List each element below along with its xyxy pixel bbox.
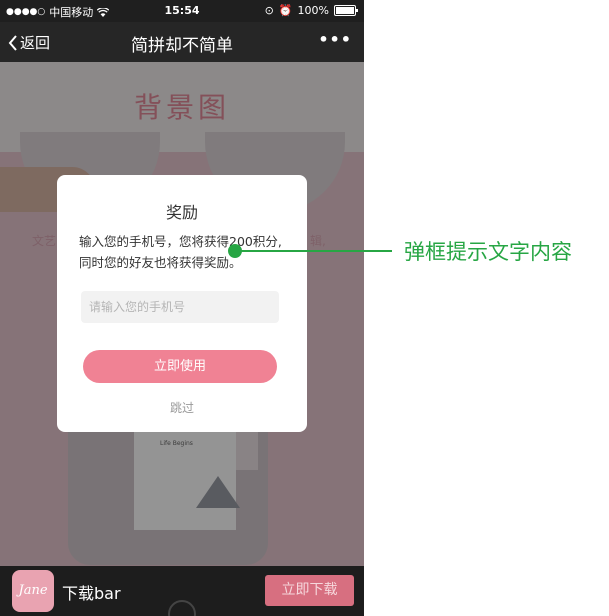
app-logo: Jane (12, 570, 54, 612)
more-icon[interactable]: ••• (318, 30, 352, 49)
reward-dialog: 奖励 输入您的手机号，您将获得200积分,同时您的好友也将获得奖励。 立即使用 … (57, 175, 307, 432)
battery-percent: 100% (297, 4, 329, 17)
annotation-line (236, 250, 392, 252)
dialog-title: 奖励 (165, 203, 198, 222)
download-bar-label: 下载bar (62, 584, 121, 603)
status-bar: ●●●●○ 中国移动 15:54 ⊙ ⏰ 100% (0, 0, 364, 22)
skip-link[interactable]: 跳过 (57, 399, 307, 416)
annotation-label: 弹框提示文字内容 (404, 240, 572, 264)
annotation-dot (228, 244, 242, 258)
rotation-lock-icon: ⊙ (264, 4, 274, 17)
download-button[interactable]: 立即下载 (265, 575, 354, 606)
phone-screen: ●●●●○ 中国移动 15:54 ⊙ ⏰ 100% 返回 简拼却不简单 ••• (0, 0, 364, 616)
status-right: ⊙ ⏰ 100% (264, 4, 358, 17)
alarm-icon: ⏰ (278, 4, 293, 17)
dialog-message: 输入您的手机号，您将获得200积分,同时您的好友也将获得奖励。 (79, 234, 282, 270)
nav-bar: 返回 简拼却不简单 ••• (0, 22, 364, 62)
phone-input[interactable] (81, 291, 279, 323)
page-title: 简拼却不简单 (131, 36, 233, 56)
use-now-button[interactable]: 立即使用 (83, 350, 277, 383)
battery-icon (334, 5, 358, 16)
